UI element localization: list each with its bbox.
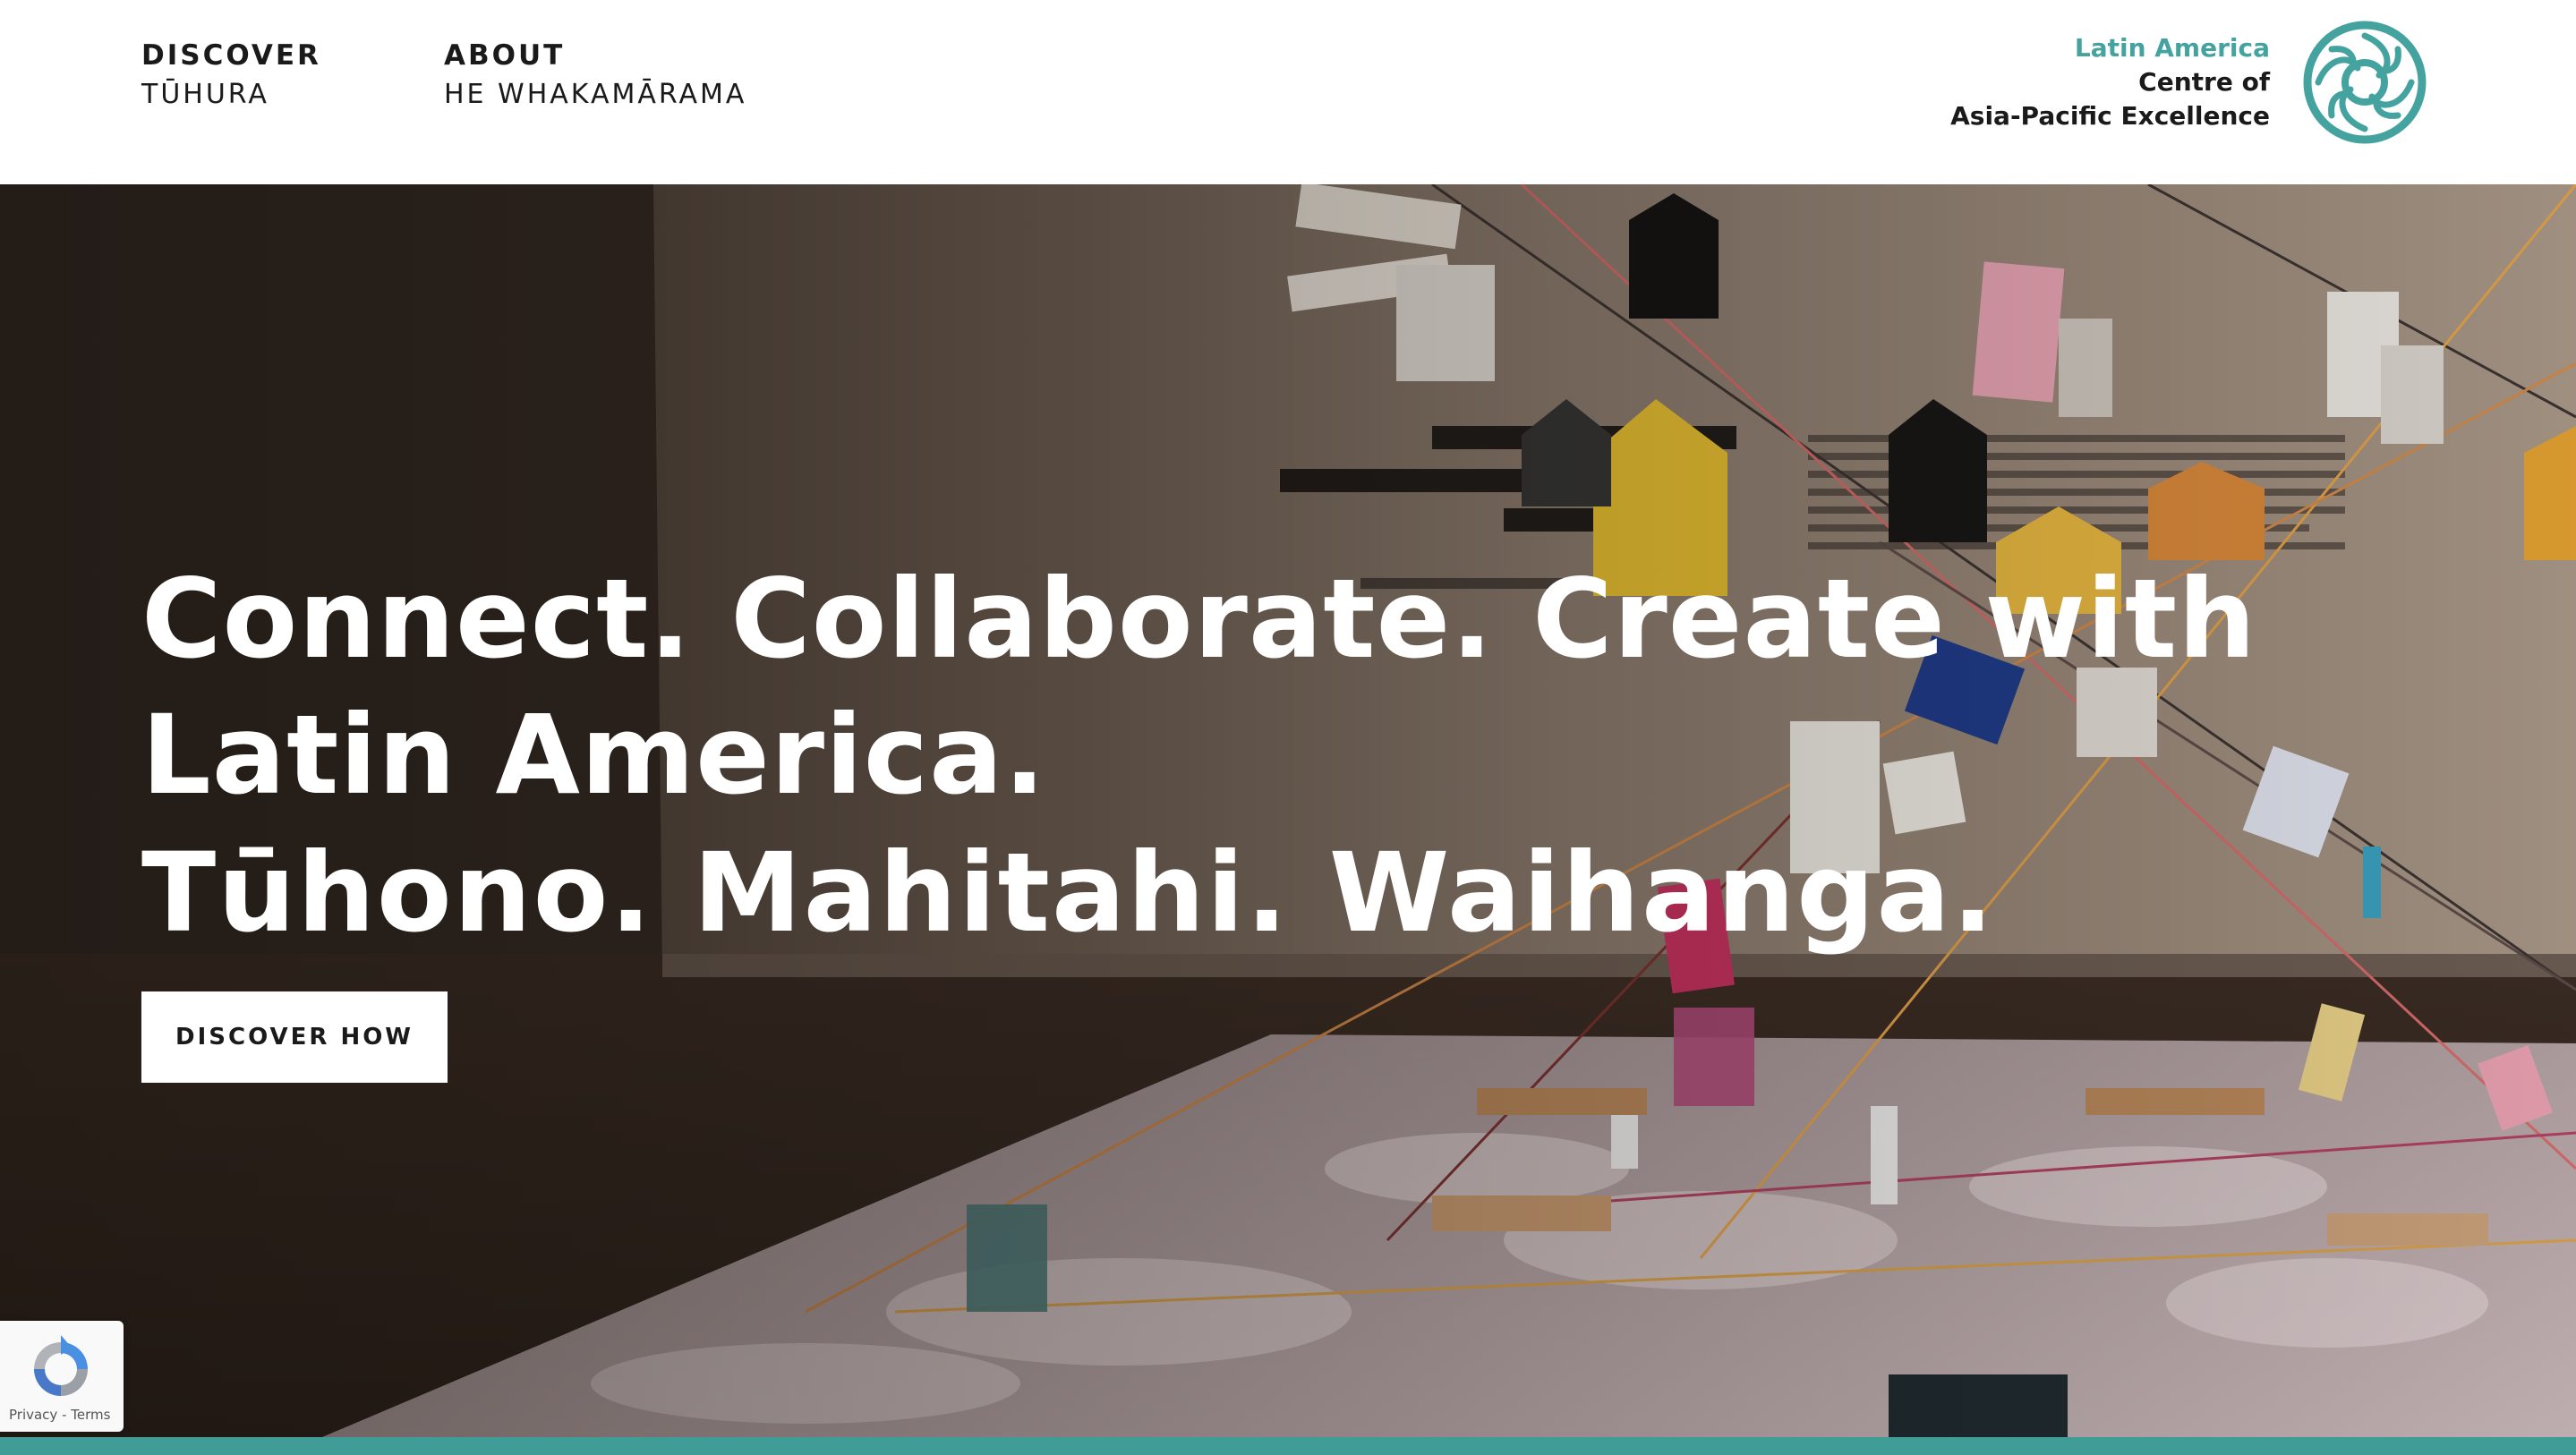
- brand-logo-icon: [2303, 21, 2427, 144]
- nav-discover-label: DISCOVER: [141, 39, 321, 72]
- recaptcha-icon: [34, 1335, 88, 1396]
- nav-discover[interactable]: DISCOVER TŪHURA: [141, 36, 321, 115]
- nav-about-label: ABOUT: [444, 39, 566, 72]
- recaptcha-terms-link[interactable]: Terms: [71, 1407, 110, 1423]
- hero-subtitle: Tūhono. Mahitahi. Waihanga.: [141, 830, 1996, 957]
- recaptcha-badge[interactable]: Privacy - Terms: [0, 1321, 124, 1432]
- discover-how-button[interactable]: DISCOVER HOW: [141, 991, 448, 1083]
- site-header: DISCOVER TŪHURA ABOUT HE WHAKAMĀRAMA Lat…: [0, 0, 2576, 184]
- nav-about[interactable]: ABOUT HE WHAKAMĀRAMA: [444, 36, 746, 115]
- brand-line-3: Asia-Pacific Excellence: [1950, 101, 2270, 131]
- recaptcha-links: Privacy - Terms: [9, 1407, 110, 1423]
- nav-about-sublabel: HE WHAKAMĀRAMA: [444, 79, 747, 110]
- brand-home-link[interactable]: Latin America Centre of Asia-Pacific Exc…: [1950, 20, 2427, 145]
- recaptcha-separator: -: [57, 1407, 72, 1423]
- bottom-accent-strip: [0, 1437, 2576, 1455]
- brand-line-2: Centre of: [2138, 67, 2270, 97]
- hero-title: Connect. Collaborate. Create with Latin …: [141, 556, 2257, 819]
- brand-line-1: Latin America: [2074, 33, 2270, 63]
- brand-name: Latin America Centre of Asia-Pacific Exc…: [1950, 31, 2270, 133]
- recaptcha-privacy-link[interactable]: Privacy: [9, 1407, 57, 1423]
- nav-discover-sublabel: TŪHURA: [141, 79, 269, 110]
- hero-section: Connect. Collaborate. Create with Latin …: [0, 184, 2576, 1437]
